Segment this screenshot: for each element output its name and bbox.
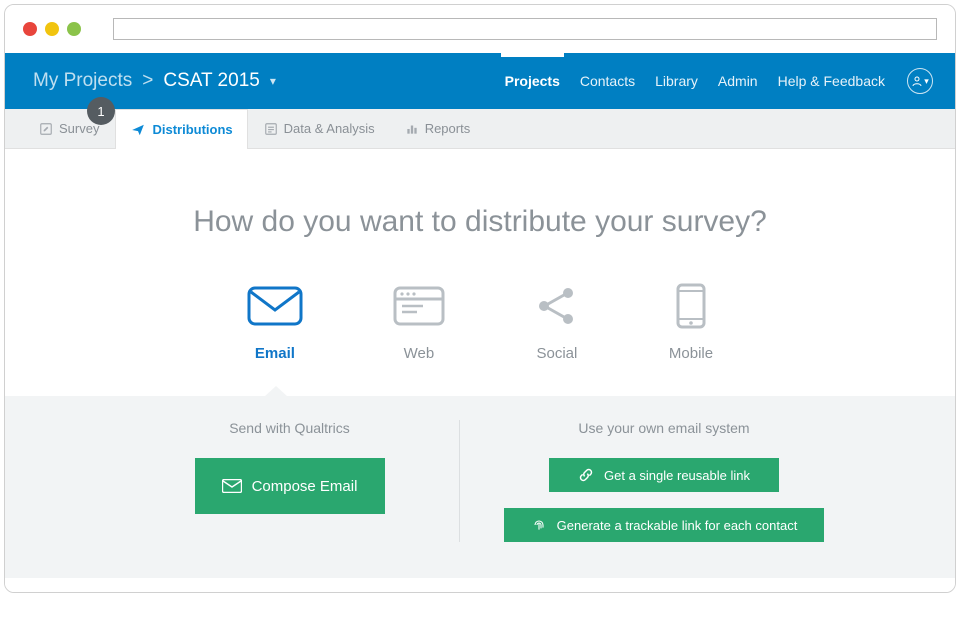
reusable-link-button[interactable]: Get a single reusable link — [549, 458, 779, 492]
email-icon — [247, 285, 303, 327]
tab-label: Reports — [425, 121, 471, 136]
email-options: Send with Qualtrics Compose Email Use yo… — [5, 396, 955, 578]
chevron-down-icon: ▾ — [924, 76, 929, 87]
tab-label: Data & Analysis — [284, 121, 375, 136]
content-area: How do you want to distribute your surve… — [5, 149, 955, 592]
trackable-link-button[interactable]: Generate a trackable link for each conta… — [504, 508, 824, 542]
user-icon — [911, 75, 923, 87]
tab-distributions[interactable]: Distributions — [115, 109, 247, 149]
pencil-icon — [39, 122, 53, 136]
share-icon — [535, 285, 579, 327]
column-own-email-system: Use your own email system Get a single r… — [460, 420, 840, 542]
button-label: Generate a trackable link for each conta… — [557, 518, 798, 533]
minimize-window-icon[interactable] — [45, 22, 59, 36]
browser-window-icon — [393, 285, 445, 327]
column-title: Use your own email system — [578, 420, 749, 436]
compose-email-button[interactable]: Compose Email — [195, 458, 385, 514]
nav-projects[interactable]: Projects — [505, 53, 560, 109]
method-mobile[interactable]: Mobile — [669, 285, 713, 362]
fingerprint-icon — [531, 517, 547, 533]
method-label: Social — [536, 345, 577, 362]
maximize-window-icon[interactable] — [67, 22, 81, 36]
browser-window: My Projects > CSAT 2015 ▾ Projects Conta… — [4, 4, 956, 593]
nav-help-feedback[interactable]: Help & Feedback — [778, 53, 885, 109]
column-title: Send with Qualtrics — [229, 420, 350, 436]
breadcrumb-root[interactable]: My Projects — [33, 70, 132, 92]
app-header: My Projects > CSAT 2015 ▾ Projects Conta… — [5, 53, 955, 109]
button-label: Get a single reusable link — [604, 468, 750, 483]
list-icon — [264, 122, 278, 136]
nav-library[interactable]: Library — [655, 53, 698, 109]
url-bar[interactable] — [113, 18, 937, 40]
breadcrumb-separator: > — [142, 70, 153, 92]
column-send-with-qualtrics: Send with Qualtrics Compose Email — [120, 420, 460, 542]
envelope-icon — [222, 479, 242, 493]
callout-badge: 1 — [87, 97, 115, 125]
page-headline: How do you want to distribute your surve… — [5, 149, 955, 285]
chevron-down-icon[interactable]: ▾ — [270, 74, 276, 88]
tab-reports[interactable]: Reports — [391, 109, 485, 148]
method-label: Email — [255, 345, 295, 362]
nav-contacts[interactable]: Contacts — [580, 53, 635, 109]
top-nav: Projects Contacts Library Admin Help & F… — [505, 53, 885, 109]
tab-data-analysis[interactable]: Data & Analysis — [250, 109, 389, 148]
link-icon — [578, 467, 594, 483]
breadcrumb-project[interactable]: CSAT 2015 — [163, 70, 259, 92]
mobile-icon — [676, 285, 706, 327]
nav-admin[interactable]: Admin — [718, 53, 758, 109]
project-tabs: Survey Distributions Data & Analysis Rep… — [5, 109, 955, 149]
button-label: Compose Email — [252, 478, 358, 495]
method-label: Web — [404, 345, 435, 362]
bar-chart-icon — [405, 122, 419, 136]
traffic-lights — [23, 22, 81, 36]
tab-label: Distributions — [152, 122, 232, 137]
breadcrumb: My Projects > CSAT 2015 ▾ — [33, 70, 276, 92]
method-web[interactable]: Web — [393, 285, 445, 362]
method-email[interactable]: Email — [247, 285, 303, 362]
method-label: Mobile — [669, 345, 713, 362]
browser-chrome — [5, 5, 955, 53]
method-social[interactable]: Social — [535, 285, 579, 362]
user-menu[interactable]: ▾ — [907, 68, 933, 94]
close-window-icon[interactable] — [23, 22, 37, 36]
distribution-methods: Email Web — [5, 285, 955, 396]
paper-plane-icon — [130, 123, 146, 137]
